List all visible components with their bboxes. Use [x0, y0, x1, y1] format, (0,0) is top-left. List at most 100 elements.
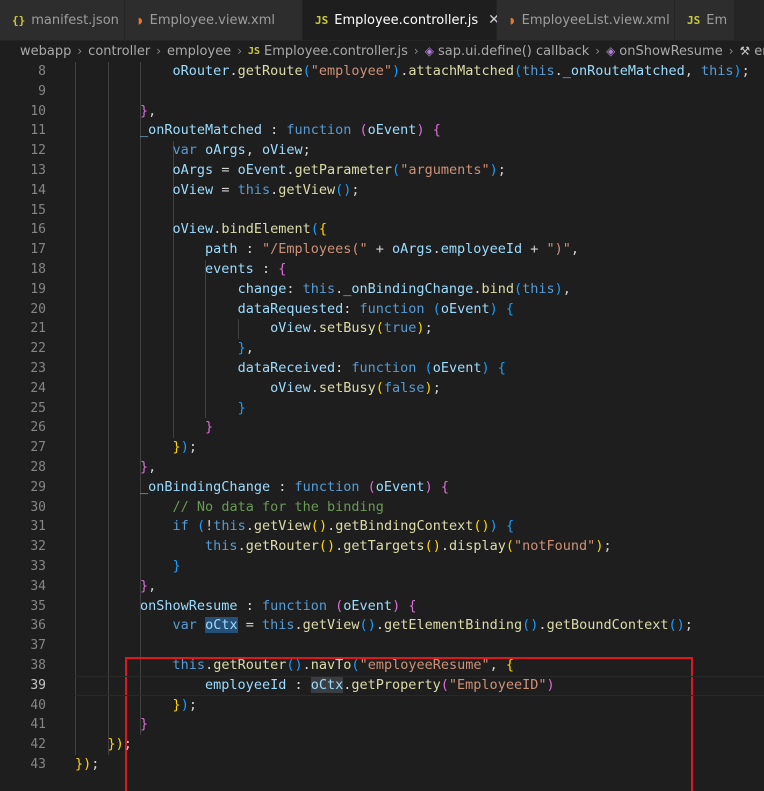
json-file-icon: {}: [12, 13, 26, 27]
line-number: 12: [30, 143, 46, 159]
code-line[interactable]: 22 },: [0, 339, 764, 359]
code-line[interactable]: 27 });: [0, 438, 764, 458]
line-number: 35: [30, 598, 46, 614]
code-text: this.getRouter().navTo("employeeResume",…: [172, 657, 515, 673]
breadcrumb-item[interactable]: webapp: [20, 44, 71, 59]
line-number: 30: [30, 499, 46, 515]
code-text: change: this._onBindingChange.bind(this)…: [237, 280, 571, 297]
code-text: },: [140, 577, 157, 594]
code-text: var oCtx = this.getView().getElementBind…: [172, 617, 693, 634]
code-line[interactable]: 35 onShowResume : function (oEvent) {: [0, 597, 764, 617]
code-line[interactable]: 29 _onBindingChange : function (oEvent) …: [0, 478, 764, 498]
tab-employee-view-xml[interactable]: ◗ Employee.view.xml: [125, 0, 303, 40]
breadcrumb-item[interactable]: employee: [167, 44, 231, 59]
code-text: }: [140, 716, 149, 733]
breadcrumb-item[interactable]: emplo: [754, 44, 764, 59]
code-text: }: [237, 399, 246, 416]
line-number: 11: [30, 123, 46, 139]
code-text: });: [107, 736, 132, 753]
code-line[interactable]: 42 });: [0, 735, 764, 755]
breadcrumb-item[interactable]: onShowResume: [619, 44, 722, 59]
code-text: this.getRouter().getTargets().display("n…: [205, 538, 612, 555]
line-number: 41: [30, 717, 46, 733]
line-number: 18: [30, 262, 46, 277]
code-text: oView.bindElement({: [172, 221, 328, 238]
chevron-right-icon: ›: [156, 44, 162, 58]
code-line[interactable]: 40 });: [0, 696, 764, 716]
code-line[interactable]: 19 change: this._onBindingChange.bind(th…: [0, 280, 764, 300]
code-line[interactable]: 20 dataRequested: function (oEvent) {: [0, 300, 764, 320]
rss-file-icon: ◗: [509, 13, 516, 27]
code-text: });: [75, 756, 100, 772]
code-line[interactable]: 25 }: [0, 399, 764, 419]
breadcrumb-item[interactable]: Employee.controller.js: [264, 44, 408, 59]
code-line[interactable]: 32 this.getRouter().getTargets().display…: [0, 537, 764, 557]
tab-em[interactable]: JS Em: [675, 0, 735, 40]
code-text: _onRouteMatched : function (oEvent) {: [140, 122, 441, 139]
line-number: 39: [30, 677, 46, 693]
code-text: },: [140, 459, 157, 475]
chevron-right-icon: ›: [237, 44, 242, 58]
line-number: 8: [38, 64, 46, 79]
code-line[interactable]: 30 // No data for the binding: [0, 498, 764, 518]
line-number: 33: [30, 559, 46, 574]
code-line[interactable]: 10 },: [0, 102, 764, 122]
code-line[interactable]: 41 }: [0, 715, 764, 735]
breadcrumb-item[interactable]: sap.ui.define() callback: [438, 44, 589, 59]
js-file-icon: JS: [687, 13, 701, 27]
line-number: 43: [30, 757, 46, 772]
code-editor[interactable]: 8 oRouter.getRoute("employee").attachMat…: [0, 62, 764, 791]
line-number: 26: [30, 420, 46, 436]
tab-manifest-json[interactable]: {} manifest.json: [0, 0, 125, 40]
code-text: oArgs = oEvent.getParameter("arguments")…: [172, 162, 506, 178]
code-line[interactable]: 16 oView.bindElement({: [0, 220, 764, 240]
line-number: 23: [30, 361, 46, 376]
code-line[interactable]: 21 oView.setBusy(true);: [0, 319, 764, 339]
tab-label: Em: [706, 12, 728, 28]
tab-employeelist-view-xml[interactable]: ◗ EmployeeList.view.xml: [497, 0, 675, 40]
line-number: 16: [30, 222, 46, 238]
breadcrumb-item[interactable]: controller: [88, 44, 150, 59]
code-line[interactable]: 37: [0, 636, 764, 656]
code-line[interactable]: 18 events : {: [0, 260, 764, 280]
wrench-icon: ⚒: [739, 44, 751, 58]
symbol-method-icon: ◈: [424, 44, 434, 58]
code-line[interactable]: 23 dataReceived: function (oEvent) {: [0, 359, 764, 379]
code-text: }: [172, 558, 181, 574]
js-file-icon: JS: [248, 45, 261, 57]
code-line[interactable]: 36 var oCtx = this.getView().getElementB…: [0, 616, 764, 636]
code-line[interactable]: 8 oRouter.getRoute("employee").attachMat…: [0, 62, 764, 82]
code-line[interactable]: 26 }: [0, 418, 764, 438]
rss-file-icon: ◗: [137, 13, 144, 27]
code-text: dataRequested: function (oEvent) {: [237, 300, 515, 317]
code-line[interactable]: 38 this.getRouter().navTo("employeeResum…: [0, 656, 764, 676]
tab-label: Employee.view.xml: [149, 12, 275, 28]
code-text: oView.setBusy(true);: [270, 320, 433, 337]
line-number: 36: [30, 618, 46, 634]
code-line[interactable]: 13 oArgs = oEvent.getParameter("argument…: [0, 161, 764, 181]
code-line[interactable]: 14 oView = this.getView();: [0, 181, 764, 201]
code-line[interactable]: 17 path : "/Employees(" + oArgs.employee…: [0, 240, 764, 260]
line-number: 34: [30, 578, 46, 594]
line-number: 14: [30, 182, 46, 198]
editor-tab-bar: {} manifest.json ◗ Employee.view.xml JS Emplo…: [0, 0, 764, 41]
code-line[interactable]: 33 }: [0, 557, 764, 577]
code-text: // No data for the binding: [172, 498, 384, 515]
code-line[interactable]: 39 employeeId : oCtx.getProperty("Employ…: [0, 675, 764, 696]
line-number: 42: [30, 737, 46, 753]
line-number: 15: [30, 202, 46, 218]
line-number: 31: [30, 519, 46, 535]
tab-employee-controller-js[interactable]: JS Employee.controller.js ✕: [303, 0, 500, 40]
code-line[interactable]: 11 _onRouteMatched : function (oEvent) {: [0, 121, 764, 141]
code-line[interactable]: 9: [0, 82, 764, 102]
code-line[interactable]: 28 },: [0, 458, 764, 478]
code-line[interactable]: 15: [0, 201, 764, 221]
breadcrumb: webapp › controller › employee › JS Employee.co…: [0, 40, 764, 62]
tab-label: Employee.controller.js: [334, 12, 479, 28]
line-number: 25: [30, 400, 46, 416]
code-line[interactable]: 12 var oArgs, oView;: [0, 141, 764, 161]
code-line[interactable]: 43});: [0, 755, 764, 775]
code-line[interactable]: 31 if (!this.getView().getBindingContext…: [0, 517, 764, 537]
code-line[interactable]: 34 },: [0, 577, 764, 597]
code-line[interactable]: 24 oView.setBusy(false);: [0, 379, 764, 399]
